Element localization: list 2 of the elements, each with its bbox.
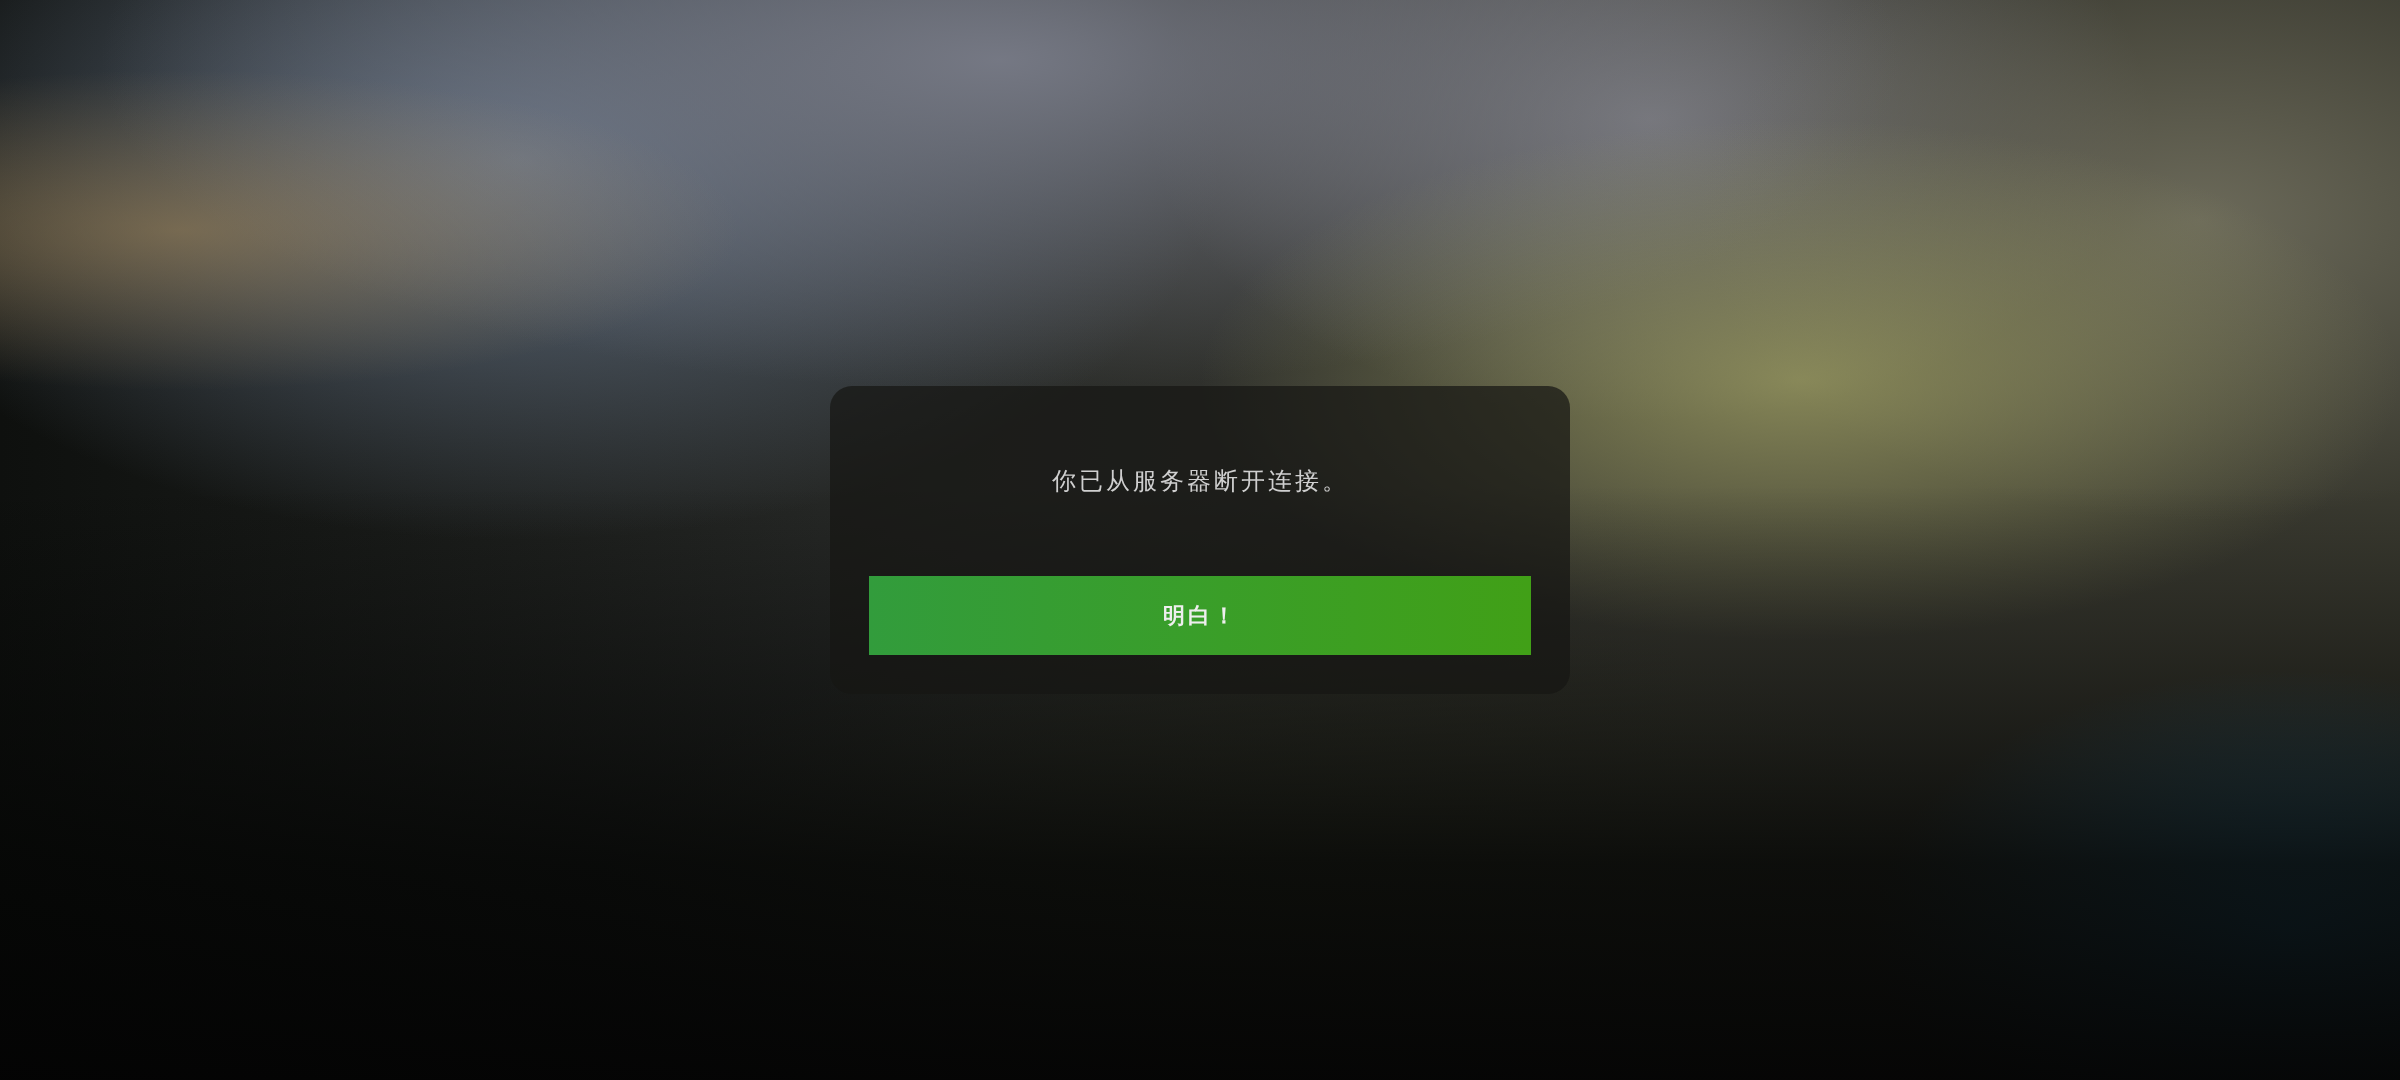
confirm-button[interactable]: 明白！ (869, 576, 1531, 655)
dialog-message: 你已从服务器断开连接。 (1051, 466, 1349, 496)
